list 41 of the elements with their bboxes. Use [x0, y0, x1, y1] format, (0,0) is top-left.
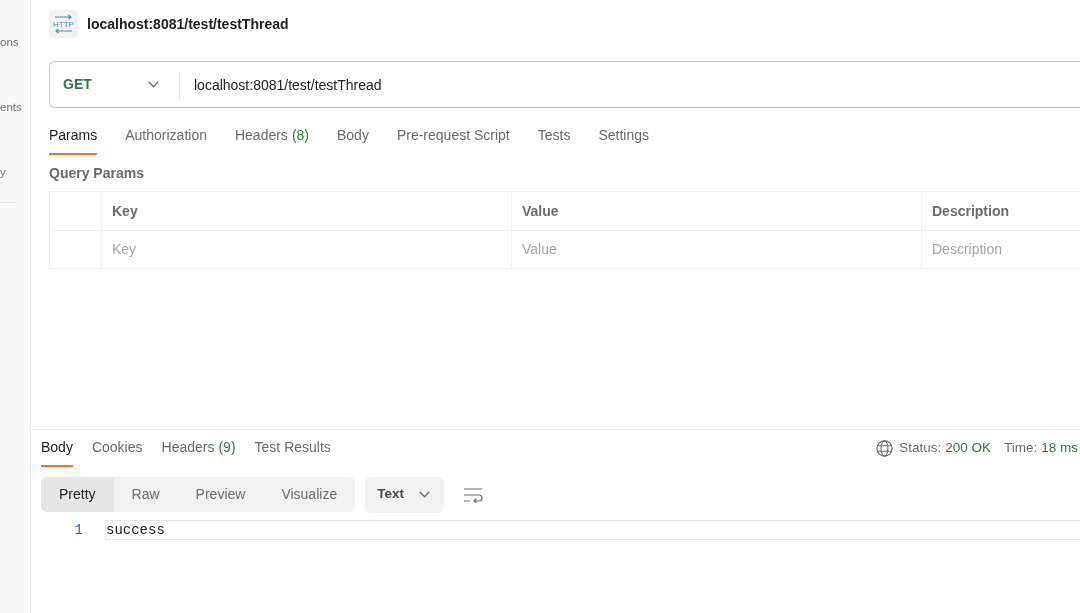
http-request-icon: HTTP [49, 10, 78, 38]
tab[interactable]: Headers (9) [161, 430, 236, 467]
chevron-down-icon [148, 81, 159, 88]
sidebar-item[interactable]: ons [0, 34, 30, 50]
input-field[interactable]: Description [932, 239, 1080, 260]
tab[interactable]: Headers (8) [234, 118, 309, 155]
status-value: 200 OK [945, 439, 991, 458]
input-field[interactable]: Key [112, 239, 511, 260]
method-dropdown[interactable]: GET [50, 62, 179, 107]
tab[interactable]: Settings [598, 118, 650, 155]
url-input[interactable]: localhost:8081/test/testThread [180, 62, 1080, 107]
view-toggle[interactable]: Pretty [41, 477, 114, 512]
request-title: localhost:8081/test/testThread [87, 14, 289, 34]
tab[interactable]: Authorization [125, 118, 207, 155]
column-header: Key [112, 201, 138, 221]
tab[interactable]: Cookies [91, 430, 143, 467]
tab[interactable]: Body [337, 118, 369, 155]
view-toggle[interactable]: Preview [177, 477, 264, 512]
input-field[interactable]: Value [522, 239, 921, 260]
view-toggle[interactable]: Visualize [263, 477, 356, 512]
section-title: Query Params [49, 164, 145, 182]
column-header: Description [932, 201, 1009, 221]
chevron-down-icon [419, 491, 431, 498]
time-label: Time: [1004, 439, 1038, 458]
format-dropdown[interactable]: Text [365, 476, 445, 513]
url-bar[interactable]: GET localhost:8081/test/testThread [49, 61, 1080, 108]
tab[interactable]: Body [41, 430, 73, 467]
response-text: success [106, 520, 165, 540]
tab[interactable]: Test Results [254, 430, 331, 467]
tab[interactable]: Pre-request Script [396, 118, 510, 155]
view-toggle[interactable]: Raw [113, 477, 178, 512]
column-header: Value [522, 201, 559, 221]
sidebar-item[interactable]: ents [0, 99, 30, 115]
globe-icon [876, 440, 894, 457]
status-label: Status: [899, 439, 942, 458]
sidebar-item[interactable]: y [0, 164, 30, 180]
line-number: 1 [73, 520, 83, 540]
time-value: 18 ms [1041, 439, 1078, 458]
tab[interactable]: Params [49, 118, 98, 155]
text-wrap-icon [463, 486, 484, 503]
tab[interactable]: Tests [537, 118, 571, 155]
